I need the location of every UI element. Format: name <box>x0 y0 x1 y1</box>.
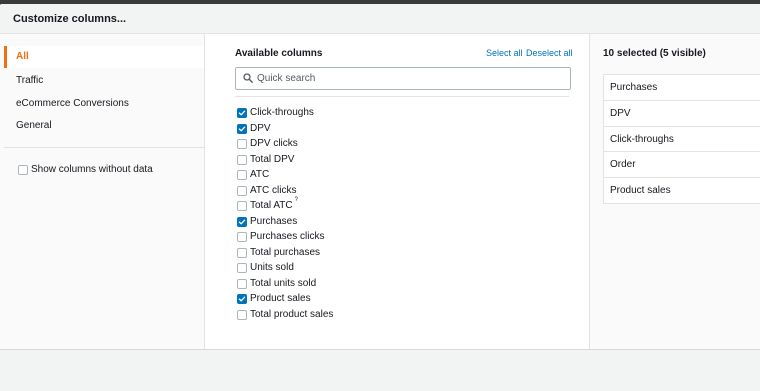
selected-column-label: Product sales <box>610 185 671 197</box>
checkbox-checked[interactable] <box>237 294 247 304</box>
available-columns-panel: Available columns Select all Deselect al… <box>205 34 588 349</box>
show-without-data-checkbox[interactable] <box>18 165 28 175</box>
category-traffic[interactable]: Traffic <box>4 70 204 92</box>
checkbox-unchecked[interactable] <box>237 247 247 258</box>
checkbox-checked[interactable] <box>237 216 247 227</box>
column-option-label: Units sold <box>250 262 294 273</box>
quick-search-box[interactable] <box>235 67 571 90</box>
dialog-body: All Traffic eCommerce Conversions Genera… <box>0 34 760 352</box>
dialog-header: Customize columns... <box>0 4 760 34</box>
check-icon <box>238 110 246 116</box>
category-divider <box>4 147 204 148</box>
column-option-label: Total units sold <box>250 277 317 289</box>
category-general[interactable]: General <box>4 115 204 137</box>
available-divider <box>235 96 569 97</box>
dialog-title: Customize columns... <box>13 13 127 25</box>
check-icon <box>238 296 246 302</box>
checkbox-unchecked[interactable] <box>237 185 247 196</box>
selected-column-item[interactable]: Purchases <box>604 75 760 101</box>
column-option-label: Total ATC <box>250 200 293 211</box>
column-option-label: Product sales <box>250 293 311 304</box>
selected-column-item[interactable]: Click-throughs <box>604 126 760 153</box>
column-option-label: ATC clicks <box>250 184 297 196</box>
checkbox-unchecked[interactable] <box>237 278 247 289</box>
checkbox-checked[interactable] <box>237 123 247 134</box>
category-all[interactable]: All <box>4 46 204 68</box>
column-option-label: Purchases clicks <box>250 231 325 242</box>
selected-columns-list: Purchases DPV Click-throughs Order Product s… <box>603 74 760 204</box>
show-without-data-label: Show columns without data <box>31 164 153 175</box>
column-option-label: DPV <box>250 122 271 134</box>
customize-columns-dialog: Customize columns... All Traffic eCommer… <box>0 4 760 391</box>
check-icon <box>238 219 246 224</box>
dialog-footer <box>0 349 760 391</box>
selected-column-label: Click-throughs <box>610 133 674 145</box>
select-all-link[interactable]: Select all <box>486 48 523 58</box>
selected-column-item[interactable]: Order <box>604 152 760 179</box>
column-option-label: ATC <box>250 169 270 180</box>
selected-columns-panel: 10 selected (5 visible) Purchases DPV Clic… <box>589 34 760 349</box>
deselect-all-link[interactable]: Deselect all <box>526 48 573 58</box>
selected-count-title: 10 selected (5 visible) <box>603 48 706 59</box>
checkbox-unchecked[interactable] <box>237 139 247 149</box>
category-panel: All Traffic eCommerce Conversions Genera… <box>0 34 205 349</box>
checkbox-unchecked[interactable] <box>237 170 247 180</box>
checkbox-unchecked[interactable] <box>237 263 247 273</box>
check-icon <box>238 126 246 131</box>
checkbox-unchecked[interactable] <box>237 154 247 165</box>
column-option-label: Click-throughs <box>250 107 314 118</box>
column-option-label: Total DPV <box>250 153 295 165</box>
selected-column-label: DPV <box>610 107 631 119</box>
category-ecommerce-conversions[interactable]: eCommerce Conversions <box>4 93 204 115</box>
available-columns-title: Available columns <box>235 48 323 59</box>
checkbox-unchecked[interactable] <box>237 232 247 242</box>
column-option-label: Total purchases <box>250 246 321 258</box>
selected-column-item[interactable]: DPV <box>604 100 760 127</box>
checkbox-unchecked[interactable] <box>237 309 247 320</box>
selected-column-label: Order <box>610 159 636 171</box>
column-option-label: DPV clicks <box>250 138 298 149</box>
column-option-label: Total product sales <box>250 308 334 320</box>
quick-search-input[interactable] <box>257 70 557 86</box>
search-icon <box>243 73 253 83</box>
checkbox-checked[interactable] <box>237 108 247 118</box>
info-note-icon: ? <box>294 197 298 203</box>
column-option-label: Purchases <box>250 215 298 227</box>
selected-column-item[interactable]: Product sales <box>604 178 760 204</box>
selected-column-label: Purchases <box>610 82 658 93</box>
checkbox-unchecked[interactable] <box>237 201 247 211</box>
